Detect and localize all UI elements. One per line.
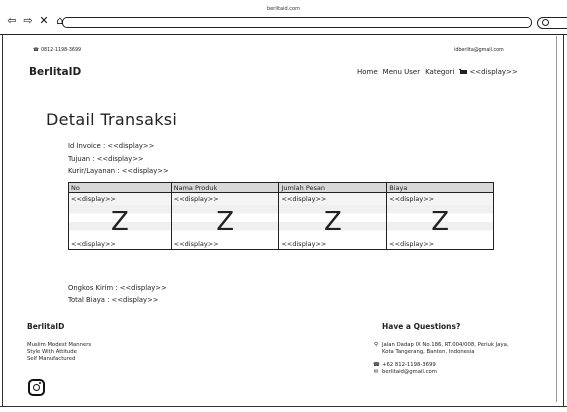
mail-icon: ✉	[373, 369, 379, 375]
browser-chrome: berlitaid.com ⇦ ⇨ ✕ ⌂	[0, 0, 567, 34]
search-icon	[542, 19, 549, 26]
footer-brand: BerlitaID	[27, 322, 65, 331]
table-row: Z Z Z Z	[68, 204, 494, 239]
nav-cart[interactable]: <<display>>	[459, 68, 518, 76]
placeholder-glyph: Z	[323, 206, 342, 237]
phone-icon: ☎	[33, 48, 39, 53]
close-icon[interactable]: ✕	[38, 15, 50, 27]
instagram-icon[interactable]	[28, 379, 45, 396]
footer-tagline: Muslim Modest Manners	[27, 342, 92, 348]
footer-questions-title: Have a Questions?	[382, 322, 461, 331]
table-cell: <<display>>	[386, 192, 494, 205]
nav-kategori[interactable]: Kategori	[425, 68, 454, 76]
footer-address-line: Kota Tangerang, Banten, Indonesia	[382, 349, 475, 355]
col-biaya: Biaya	[386, 182, 494, 193]
footer-phone-text: +62 812-1198-3699	[382, 362, 436, 368]
footer-phone: ☎ +62 812-1198-3699	[373, 362, 436, 369]
table-cell: <<display>>	[170, 238, 280, 250]
placeholder-glyph: Z	[431, 206, 450, 237]
back-icon[interactable]: ⇦	[6, 15, 18, 27]
placeholder-glyph: Z	[216, 206, 235, 237]
tujuan: Tujuan : <<display>>	[68, 155, 144, 163]
table-cell: <<display>>	[278, 238, 388, 250]
kurir-layanan: Kurir/Layanan : <<display>>	[68, 167, 169, 175]
footer-address-text: Jalan Dadap IX No.186, RT.004/008, Periu…	[382, 342, 509, 356]
phone-icon: ☎	[373, 362, 380, 368]
footer-address: ⚲ Jalan Dadap IX No.186, RT.004/008, Per…	[373, 342, 509, 356]
browser-title: berlitaid.com	[267, 6, 300, 12]
brand-logo[interactable]: BerlitaID	[29, 66, 81, 78]
table-cell: <<display>>	[386, 238, 494, 250]
footer-tagline: Style With Attitude	[27, 349, 77, 355]
table-cell: <<display>>	[68, 192, 172, 205]
footer-tagline: Self Manufactured	[27, 356, 76, 362]
table-row: <<display>> <<display>> <<display>> <<di…	[68, 192, 494, 205]
ongkos-kirim: Ongkos Kirim : <<display>>	[68, 284, 167, 292]
col-no: No	[68, 182, 172, 193]
location-icon: ⚲	[373, 342, 379, 348]
footer-email-text: berlitaid@gmail.com	[382, 369, 437, 375]
address-bar[interactable]	[62, 17, 532, 28]
topbar-email: idberlita@gmail.com	[454, 48, 504, 53]
browser-nav: ⇦ ⇨ ✕ ⌂	[6, 15, 66, 27]
footer-email: ✉ berlitaid@gmail.com	[373, 369, 437, 376]
browser-search[interactable]	[537, 17, 567, 29]
table-cell: Z	[386, 204, 494, 239]
nav-menu-user[interactable]: Menu User	[383, 68, 420, 76]
table-cell: Z	[68, 204, 172, 239]
nav-home[interactable]: Home	[357, 68, 378, 76]
forward-icon[interactable]: ⇨	[22, 15, 34, 27]
total-biaya: Total Biaya : <<display>>	[68, 296, 159, 304]
col-jumlah-pesan: Jumlah Pesan	[278, 182, 388, 193]
page-title: Detail Transaksi	[46, 110, 178, 129]
footer-address-line: Jalan Dadap IX No.186, RT.004/008, Periu…	[382, 342, 509, 348]
table-header: No Nama Produk Jumlah Pesan Biaya	[68, 182, 494, 193]
bottom-divider	[0, 406, 567, 407]
col-nama-produk: Nama Produk	[170, 182, 280, 193]
table-cell: Z	[278, 204, 388, 239]
table-row: <<display>> <<display>> <<display>> <<di…	[68, 238, 494, 250]
cart-label: <<display>>	[469, 68, 518, 76]
cart-icon	[459, 68, 468, 76]
transaction-table: No Nama Produk Jumlah Pesan Biaya <<disp…	[68, 182, 494, 250]
table-cell: Z	[170, 204, 280, 239]
topbar-phone: ☎ 0812-1198-3699	[33, 48, 81, 53]
table-cell: <<display>>	[170, 192, 280, 205]
main-nav: Home Menu User Kategori <<display>>	[357, 68, 518, 76]
topbar-phone-text: 0812-1198-3699	[40, 48, 82, 53]
table-cell: <<display>>	[278, 192, 388, 205]
invoice-id: Id Invoice : <<display>>	[68, 142, 155, 150]
placeholder-glyph: Z	[110, 206, 129, 237]
scrollbar[interactable]	[556, 36, 564, 402]
table-cell: <<display>>	[68, 238, 172, 250]
